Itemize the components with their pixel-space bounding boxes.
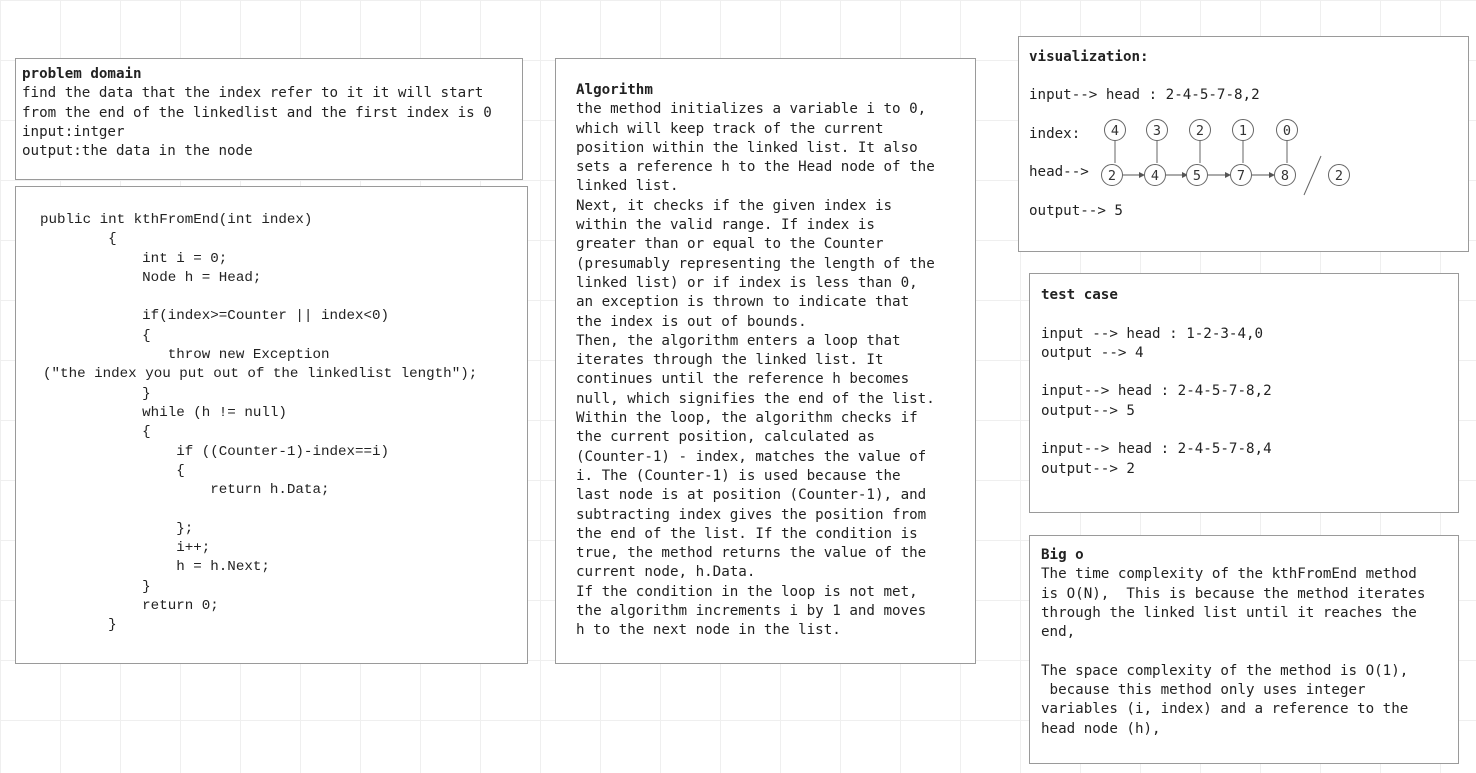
code-line: ("the index you put out of the linkedlis… [26, 366, 478, 383]
linked-list-diagram: 4 3 2 1 0 2 4 5 7 8 2 [1101, 119, 1350, 196]
algorithm-line: continues until the reference h becomes [576, 371, 910, 388]
big-o-line: variables (i, index) and a reference to … [1041, 701, 1409, 718]
code-line: { [40, 231, 117, 248]
big-o-line: head node (h), [1041, 720, 1161, 737]
algorithm-line: i. The (Counter-1) is used because the [576, 467, 901, 484]
k-value: 2 [1335, 168, 1343, 184]
code-line: return h.Data; [40, 482, 330, 499]
problem-line: find the data that the index refer to it… [22, 85, 484, 102]
index-value: 2 [1196, 123, 1204, 139]
big-o-line: because this method only uses integer [1041, 682, 1366, 699]
algorithm-line: last node is at position (Counter-1), an… [576, 487, 927, 504]
problem-line: output:the data in the node [22, 143, 253, 160]
algorithm-line: h to the next node in the list. [576, 622, 841, 639]
code-line: { [40, 327, 151, 344]
algorithm-line: the index is out of bounds. [576, 313, 807, 330]
node-value: 7 [1237, 168, 1245, 184]
algorithm-line: Next, it checks if the given index is [576, 197, 893, 214]
problem-domain-box: problem domain find the data that the in… [15, 58, 523, 180]
test-case-title: test case [1041, 287, 1118, 303]
algorithm-line: true, the method returns the value of th… [576, 545, 927, 562]
code-line: } [40, 617, 117, 634]
code-line: { [40, 462, 185, 479]
divider-slash [1303, 155, 1322, 196]
index-value: 4 [1111, 123, 1119, 139]
code-line: throw new Exception [40, 347, 330, 364]
code-line: int i = 0; [40, 250, 228, 267]
test-case-line: output--> 2 [1041, 460, 1135, 477]
code-line: }; [40, 520, 194, 537]
node-value: 5 [1193, 168, 1201, 184]
node-value: 4 [1151, 168, 1159, 184]
algorithm-line: greater than or equal to the Counter [576, 236, 884, 253]
algorithm-line: (Counter-1) - index, matches the value o… [576, 448, 927, 465]
code-line: if ((Counter-1)-index==i) [40, 443, 390, 460]
algorithm-box: Algorithm the method initializes a varia… [555, 58, 976, 664]
code-box: public int kthFromEnd(int index) { int i… [15, 186, 528, 664]
algorithm-title: Algorithm [576, 82, 653, 98]
code-line: { [40, 424, 151, 441]
big-o-line: is O(N), This is because the method iter… [1041, 585, 1426, 602]
problem-domain-title: problem domain [22, 66, 142, 82]
node-value: 2 [1108, 168, 1116, 184]
test-case-line: output --> 4 [1041, 344, 1144, 361]
code-line: if(index>=Counter || index<0) [40, 308, 390, 325]
algorithm-line: iterates through the linked list. It [576, 352, 884, 369]
index-value: 3 [1153, 123, 1161, 139]
test-case-box: test case input --> head : 1-2-3-4,0 out… [1029, 273, 1459, 513]
test-case-line: input--> head : 2-4-5-7-8,4 [1041, 441, 1272, 458]
algorithm-line: the algorithm increments i by 1 and move… [576, 603, 927, 620]
problem-line: from the end of the linkedlist and the f… [22, 104, 492, 121]
algorithm-line: which will keep track of the current [576, 120, 884, 137]
test-case-line: input--> head : 2-4-5-7-8,2 [1041, 383, 1272, 400]
big-o-box: Big o The time complexity of the kthFrom… [1029, 535, 1459, 764]
test-case-line [1041, 363, 1458, 382]
code-line: public int kthFromEnd(int index) [40, 212, 313, 228]
algorithm-line: within the valid range. If index is [576, 217, 875, 234]
algorithm-line: an exception is thrown to indicate that [576, 294, 910, 311]
algorithm-line: position within the linked list. It also [576, 139, 918, 156]
code-line: i++; [40, 540, 211, 557]
code-line: Node h = Head; [40, 269, 262, 286]
code-line: while (h != null) [40, 404, 287, 421]
big-o-line [1041, 642, 1458, 661]
big-o-line: through the linked list until it reaches… [1041, 604, 1417, 621]
problem-line: input:intger [22, 123, 125, 140]
algorithm-line: the end of the list. If the condition is [576, 525, 918, 542]
algorithm-line: linked list) or if index is less than 0, [576, 274, 918, 291]
big-o-line: The space complexity of the method is O(… [1041, 662, 1409, 679]
algorithm-line: sets a reference h to the Head node of t… [576, 159, 935, 176]
code-line: return 0; [40, 597, 219, 614]
algorithm-line: (presumably representing the length of t… [576, 255, 935, 272]
algorithm-line: If the condition in the loop is not met, [576, 583, 918, 600]
visualization-box: visualization: input--> head : 2-4-5-7-8… [1018, 36, 1469, 252]
index-value: 0 [1283, 123, 1291, 139]
big-o-line: end, [1041, 624, 1076, 641]
test-case-line [1041, 421, 1458, 440]
algorithm-line: null, which signifies the end of the lis… [576, 390, 935, 407]
code-line: } [40, 578, 151, 595]
algorithm-line: the current position, calculated as [576, 429, 875, 446]
algorithm-line: Within the loop, the algorithm checks if [576, 410, 918, 427]
code-line: h = h.Next; [40, 559, 270, 576]
test-case-line: output--> 5 [1041, 402, 1135, 419]
algorithm-line: current node, h.Data. [576, 564, 756, 581]
algorithm-line: the method initializes a variable i to 0… [576, 101, 927, 118]
big-o-line: The time complexity of the kthFromEnd me… [1041, 566, 1417, 583]
test-case-line: input --> head : 1-2-3-4,0 [1041, 325, 1264, 342]
index-value: 1 [1239, 123, 1247, 139]
algorithm-line: subtracting index gives the position fro… [576, 506, 927, 523]
node-value: 8 [1281, 168, 1289, 184]
big-o-title: Big o [1041, 547, 1084, 563]
code-line: } [40, 385, 151, 402]
algorithm-line: linked list. [576, 178, 679, 195]
algorithm-line: Then, the algorithm enters a loop that [576, 332, 901, 349]
